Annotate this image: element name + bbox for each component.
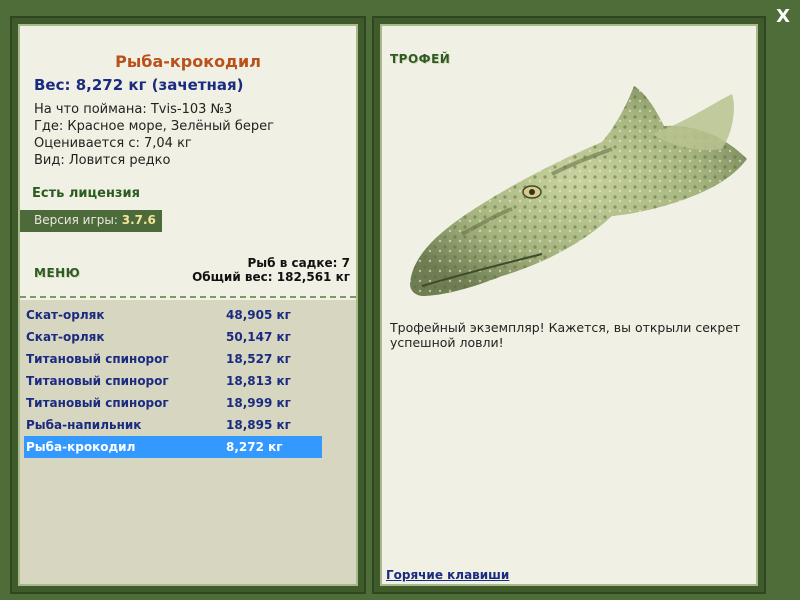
catch-row[interactable]: Титановый спинорог 18,527 кг [24,348,322,370]
cage-total-weight: Общий вес: 182,561 кг [192,270,350,284]
catch-weight: 48,905 кг [226,308,291,322]
catch-name: Титановый спинорог [26,374,169,388]
catch-row[interactable]: Титановый спинорог 18,999 кг [24,392,322,414]
hotkeys-link[interactable]: Горячие клавиши [386,568,509,582]
fish-info-content: Рыба-крокодил Вес: 8,272 кг (зачетная) Н… [18,24,358,586]
catch-weight: 18,813 кг [226,374,291,388]
catch-row[interactable]: Скат-орляк 48,905 кг [24,304,322,326]
fish-info-panel: Рыба-крокодил Вес: 8,272 кг (зачетная) Н… [10,16,366,594]
license-status: Есть лицензия [32,186,140,201]
divider [20,296,356,298]
catch-weight: 18,895 кг [226,418,291,432]
species-rarity: Вид: Ловится редко [34,153,171,168]
catch-name: Скат-орляк [26,330,105,344]
catch-location: Где: Красное море, Зелёный берег [34,119,274,134]
version-label: Версия игры: [34,213,122,227]
catch-list: Скат-орляк 48,905 кг Скат-орляк 50,147 к… [20,300,356,584]
catch-name: Титановый спинорог [26,352,169,366]
trophy-description: Трофейный экземпляр! Кажется, вы открыли… [390,320,741,350]
trophy-content: ТРОФЕЙ Трофейный экземпляр! Кажется, вы … [380,24,758,586]
close-button[interactable]: X [776,6,790,27]
cage-fish-count: Рыб в садке: 7 [247,256,351,270]
version-value: 3.7.6 [121,213,156,227]
cage-stats: Рыб в садке: 7 Общий вес: 182,561 кг [192,256,350,284]
fish-weight: Вес: 8,272 кг (зачетная) [34,76,244,94]
catch-weight: 18,527 кг [226,352,291,366]
catch-weight: 18,999 кг [226,396,291,410]
catch-name: Рыба-напильник [26,418,142,432]
catch-row[interactable]: Титановый спинорог 18,813 кг [24,370,322,392]
catch-row-selected[interactable]: Рыба-крокодил 8,272 кг [24,436,322,458]
catch-weight: 8,272 кг [226,440,283,454]
crocodile-fish-image [410,86,747,296]
catch-row[interactable]: Скат-орляк 50,147 кг [24,326,322,348]
catch-row[interactable]: Рыба-напильник 18,895 кг [24,414,322,436]
caught-with: На что поймана: Tvis-103 №3 [34,102,233,117]
trophy-panel: ТРОФЕЙ Трофейный экземпляр! Кажется, вы … [372,16,766,594]
catch-name: Скат-орляк [26,308,105,322]
catch-weight: 50,147 кг [226,330,291,344]
fish-title: Рыба-крокодил [115,52,261,71]
catch-name: Титановый спинорог [26,396,169,410]
catch-name: Рыба-крокодил [26,440,136,454]
menu-button[interactable]: МЕНЮ [34,266,80,280]
game-version: Версия игры: 3.7.6 [20,210,162,232]
value-from: Оценивается с: 7,04 кг [34,136,192,151]
